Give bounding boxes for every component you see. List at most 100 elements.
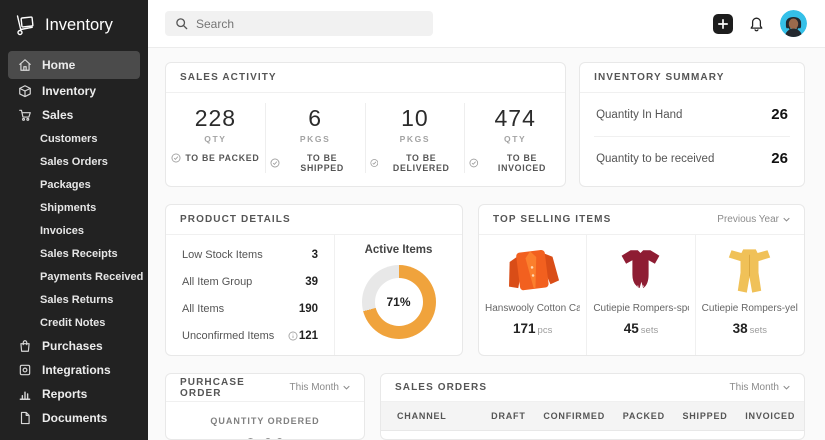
stat-to-be-delivered[interactable]: 10 PKGS TO BE DELIVERED	[366, 103, 466, 173]
table-cell: Direct sales	[381, 431, 483, 440]
sidebar-item-sales-receipts[interactable]: Sales Receipts	[8, 242, 140, 265]
plus-icon	[718, 19, 728, 29]
stat-to-be-shipped[interactable]: 6 PKGS TO BE SHIPPED	[266, 103, 366, 173]
sidebar-item-payments-received[interactable]: Payments Received	[8, 265, 140, 288]
check-circle-icon	[270, 158, 280, 168]
sidebar-item-label: Reports	[42, 387, 87, 401]
orange-cardigan-image	[485, 244, 580, 298]
item-unit: sets	[641, 325, 658, 336]
stat-to-be-packed[interactable]: 228 QTY TO BE PACKED	[166, 103, 266, 173]
sidebar-item-sales[interactable]: Sales	[8, 103, 140, 127]
column-invoiced[interactable]: INVOICED	[736, 402, 804, 431]
document-icon	[18, 411, 32, 425]
pd-row-unconfirmed[interactable]: Unconfirmed Items 121	[166, 322, 334, 349]
column-draft[interactable]: DRAFT	[483, 402, 535, 431]
stat-unit: PKGS	[370, 134, 461, 144]
stat-unit: PKGS	[270, 134, 361, 144]
stat-label: TO BE PACKED	[185, 153, 259, 163]
table-row[interactable]: Direct sales 0 50 0 0 102	[381, 431, 804, 440]
pd-row-low-stock[interactable]: Low Stock Items 3	[166, 241, 334, 268]
sidebar-item-shipments[interactable]: Shipments	[8, 196, 140, 219]
sidebar-item-label: Purchases	[42, 339, 103, 353]
sidebar-item-invoices[interactable]: Invoices	[8, 219, 140, 242]
search-icon	[175, 17, 188, 30]
product-details-list: Low Stock Items 3 All Item Group 39 All …	[166, 235, 334, 355]
active-items-chart: Active Items 71%	[334, 235, 462, 355]
stat-value: 6	[270, 105, 361, 132]
sidebar-item-customers[interactable]: Customers	[8, 127, 140, 150]
column-packed[interactable]: PACKED	[614, 402, 674, 431]
item-unit: sets	[750, 325, 767, 336]
filter-label: Previous Year	[717, 214, 779, 225]
search-box[interactable]	[165, 11, 433, 36]
stat-unit: QTY	[170, 134, 261, 144]
donut-title: Active Items	[365, 244, 433, 256]
check-circle-icon	[171, 153, 181, 163]
pd-row-all-items[interactable]: All Items 190	[166, 295, 334, 322]
item-name: Cutiepie Rompers-yello...	[702, 303, 798, 314]
summary-row-qty-to-receive: Quantity to be received 26	[580, 137, 804, 180]
top-selling-item-3[interactable]: Cutiepie Rompers-yello... 38sets	[696, 235, 804, 355]
pd-label: All Items	[182, 303, 224, 315]
top-selling-filter-dropdown[interactable]: Previous Year	[717, 214, 790, 225]
info-icon	[288, 331, 298, 341]
top-selling-header: TOP SELLING ITEMS Previous Year	[479, 205, 804, 235]
stat-unit: QTY	[469, 134, 561, 144]
product-details-card: PRODUCT DETAILS Low Stock Items 3 All It…	[165, 204, 463, 356]
user-avatar[interactable]	[780, 10, 807, 37]
card-title: INVENTORY SUMMARY	[594, 72, 724, 83]
sidebar-item-credit-notes[interactable]: Credit Notes	[8, 311, 140, 334]
active-items-donut: 71%	[362, 265, 436, 339]
sidebar-item-purchases[interactable]: Purchases	[8, 334, 140, 358]
item-unit: pcs	[538, 325, 553, 336]
item-name: Cutiepie Rompers-spo...	[593, 303, 688, 314]
purchase-order-filter-dropdown[interactable]: This Month	[290, 382, 350, 393]
sidebar-item-home[interactable]: Home	[8, 51, 140, 79]
sidebar-nav: Home Inventory Sales Customers Sales Ord…	[0, 51, 148, 430]
top-selling-item-1[interactable]: Hanswooly Cotton Cas... 171pcs	[479, 235, 587, 355]
item-quantity: 45	[624, 321, 639, 336]
filter-label: This Month	[290, 382, 339, 393]
avatar-image	[780, 10, 807, 37]
item-quantity: 38	[733, 321, 748, 336]
bag-icon	[18, 339, 32, 353]
notifications-button[interactable]	[748, 15, 765, 32]
sales-activity-stats: 228 QTY TO BE PACKED 6 PKGS TO BE SHIPPE…	[166, 93, 565, 186]
sidebar-item-inventory[interactable]: Inventory	[8, 79, 140, 103]
sales-orders-filter-dropdown[interactable]: This Month	[730, 382, 790, 393]
column-confirmed[interactable]: CONFIRMED	[534, 402, 614, 431]
pd-label: Unconfirmed Items	[182, 330, 274, 342]
column-shipped[interactable]: SHIPPED	[674, 402, 737, 431]
cart-icon	[18, 108, 32, 122]
table-cell: 0	[483, 431, 535, 440]
card-title: PURHCASE ORDER	[180, 377, 290, 399]
sales-orders-card: SALES ORDERS This Month CHANNEL DRAFT CO…	[380, 373, 805, 440]
table-cell: 50	[534, 431, 614, 440]
filter-label: This Month	[730, 382, 779, 393]
pd-value: 190	[299, 303, 318, 315]
table-header-row: CHANNEL DRAFT CONFIRMED PACKED SHIPPED I…	[381, 402, 804, 431]
app-logo[interactable]: Inventory	[0, 0, 148, 51]
top-selling-items-card: TOP SELLING ITEMS Previous Year	[478, 204, 805, 356]
table-cell: 0	[674, 431, 737, 440]
pd-label: All Item Group	[182, 276, 252, 288]
stat-value: 474	[469, 105, 561, 132]
sidebar-item-label: Documents	[42, 411, 107, 425]
table-cell: 102	[736, 431, 804, 440]
sidebar-item-integrations[interactable]: Integrations	[8, 358, 140, 382]
search-input[interactable]	[196, 17, 423, 31]
quantity-ordered-label: QUANTITY ORDERED	[166, 416, 364, 426]
stat-value: 228	[170, 105, 261, 132]
stat-to-be-invoiced[interactable]: 474 QTY TO BE INVOICED	[465, 103, 565, 173]
sidebar-item-reports[interactable]: Reports	[8, 382, 140, 406]
column-channel[interactable]: CHANNEL	[381, 402, 483, 431]
create-plus-button[interactable]	[713, 14, 733, 34]
dashboard-content: SALES ACTIVITY 228 QTY TO BE PACKED 6 PK…	[148, 48, 825, 440]
sidebar-item-sales-returns[interactable]: Sales Returns	[8, 288, 140, 311]
sidebar-item-documents[interactable]: Documents	[8, 406, 140, 430]
sidebar-item-sales-orders[interactable]: Sales Orders	[8, 150, 140, 173]
top-selling-item-2[interactable]: Cutiepie Rompers-spo... 45sets	[587, 235, 695, 355]
sidebar-item-packages[interactable]: Packages	[8, 173, 140, 196]
donut-percent: 71%	[375, 278, 423, 326]
pd-row-item-group[interactable]: All Item Group 39	[166, 268, 334, 295]
